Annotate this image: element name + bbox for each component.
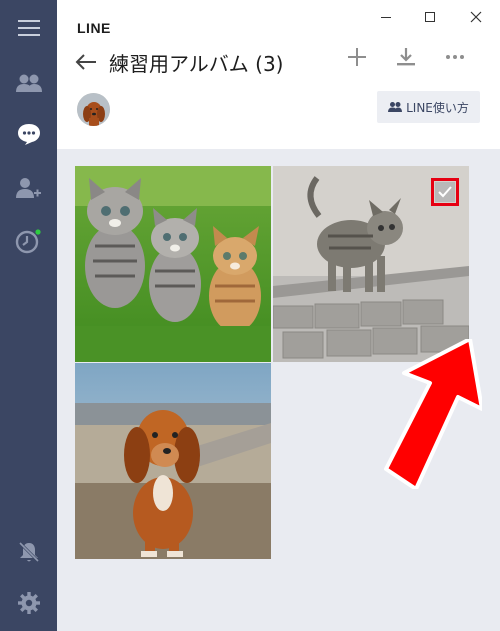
checkbox-fill [435,182,455,202]
dog-avatar-image [77,93,110,126]
kittens-photo [75,166,271,362]
menu-icon [17,20,40,36]
photo-gallery [57,149,500,631]
maximize-icon [425,12,435,22]
photo-tile-selected[interactable] [273,166,469,362]
photo-tile[interactable] [75,363,271,559]
notification-button[interactable] [0,530,57,574]
chats-button[interactable] [0,112,57,156]
maximize-button[interactable] [417,6,443,28]
close-icon [470,11,482,23]
more-button[interactable] [440,42,470,72]
chat-icon [17,124,40,145]
pointer-arrow [384,339,482,489]
timeline-icon [15,229,41,254]
back-button[interactable] [75,53,97,71]
sidebar [0,0,57,631]
download-button[interactable] [391,42,421,72]
select-checkbox[interactable] [431,178,459,206]
album-title: 練習用アルバム (3) [109,51,284,76]
notification-off-icon [18,541,39,563]
friends-icon [15,74,42,92]
more-icon [446,55,464,59]
new-badge [34,229,41,235]
timeline-button[interactable] [0,219,57,263]
friends-small-icon [388,102,403,112]
minimize-button[interactable] [373,6,399,28]
close-button[interactable] [463,6,489,28]
minimize-icon [381,17,391,18]
friends-button[interactable] [0,61,57,105]
back-arrow-icon [75,54,96,70]
add-photo-button[interactable] [342,42,372,72]
add-friend-button[interactable] [0,166,57,210]
download-icon [397,48,415,66]
checkmark-icon [438,186,452,198]
main-panel: LINE 練習用アルバム (3) LINE使い方 [57,0,500,631]
add-friend-icon [15,178,41,198]
puppy-photo [75,363,271,559]
line-help-button[interactable]: LINE使い方 [377,91,480,123]
member-avatar[interactable] [77,93,110,126]
app-name: LINE [77,20,111,36]
line-help-label: LINE使い方 [406,100,469,115]
menu-button[interactable] [0,6,57,50]
settings-icon [17,592,40,614]
title-row: 練習用アルバム (3) [75,44,284,80]
photo-tile[interactable] [75,166,271,362]
settings-button[interactable] [0,581,57,625]
plus-icon [348,48,366,66]
